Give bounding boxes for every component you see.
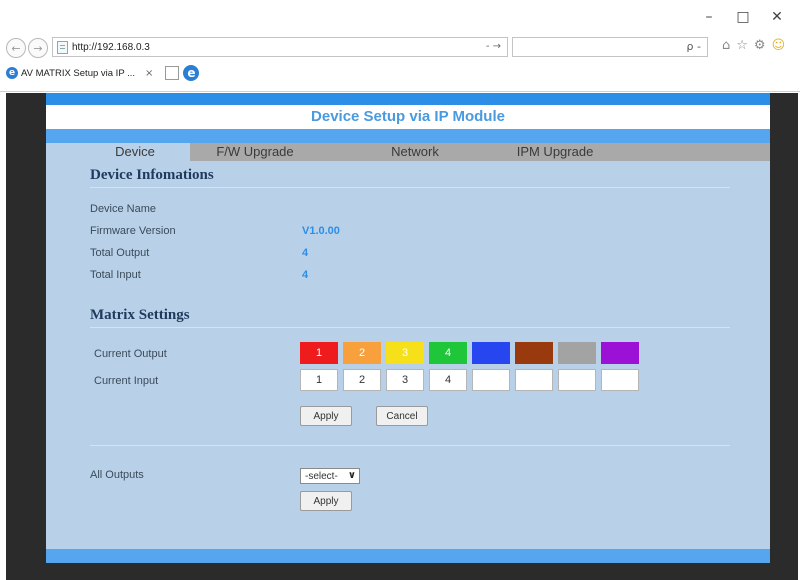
output-box[interactable]: 2: [343, 342, 381, 364]
maximize-button[interactable]: □: [726, 6, 760, 28]
output-box[interactable]: [558, 342, 596, 364]
address-url[interactable]: http://192.168.0.3: [72, 42, 150, 53]
total-input-value: 4: [302, 269, 309, 281]
input-box[interactable]: 2: [343, 369, 381, 391]
header-stripe: [46, 129, 770, 143]
forward-arrow-icon: →: [33, 41, 43, 55]
total-input-label: Total Input: [90, 269, 141, 281]
output-box[interactable]: [601, 342, 639, 364]
browser-tab-row: e AV MATRIX Setup via IP ... × e: [6, 64, 200, 82]
forward-button[interactable]: →: [28, 38, 48, 58]
page-icon: [57, 40, 68, 54]
nav-buttons: ← →: [6, 37, 50, 59]
chevron-down-icon: ∨: [347, 470, 356, 481]
close-window-button[interactable]: ✕: [760, 6, 794, 28]
new-tab-button[interactable]: [165, 66, 180, 80]
search-icon[interactable]: ρ -: [687, 40, 701, 53]
setup-panel: Device Setup via IP Module Device F/W Up…: [46, 93, 770, 563]
device-info-heading: Device Infomations: [90, 167, 214, 183]
tab-close-icon[interactable]: ×: [145, 68, 153, 79]
page-viewport: Device Setup via IP Module Device F/W Up…: [6, 93, 798, 580]
apply-button[interactable]: Apply: [300, 406, 352, 426]
top-stripe: [46, 93, 770, 105]
window-controls: – □ ✕: [692, 6, 794, 28]
divider: [90, 187, 730, 188]
home-icon[interactable]: ⌂: [722, 38, 730, 53]
bottom-stripe: [46, 549, 770, 563]
ie-icon: e: [6, 67, 18, 79]
output-box[interactable]: [515, 342, 553, 364]
firmware-version-label: Firmware Version: [90, 225, 176, 237]
input-boxes: 1 2 3 4: [300, 369, 639, 391]
select-value: -select-: [305, 470, 338, 482]
all-outputs-select[interactable]: -select- ∨: [300, 468, 360, 484]
input-box[interactable]: 3: [386, 369, 424, 391]
tab-fw-upgrade[interactable]: F/W Upgrade: [200, 143, 310, 161]
input-box[interactable]: [515, 369, 553, 391]
ie-logo-icon: e: [183, 65, 200, 81]
toolbar-icons: ⌂ ☆ ⚙ ☺: [722, 38, 785, 53]
output-boxes: 1 2 3 4: [300, 342, 639, 364]
browser-chrome: – □ ✕ ← → http://192.168.0.3 - → ρ - ⌂ ☆…: [0, 0, 800, 92]
tab-title: AV MATRIX Setup via IP ...: [21, 67, 136, 79]
input-box[interactable]: [558, 369, 596, 391]
firmware-version-value: V1.0.00: [302, 225, 340, 237]
tab-network[interactable]: Network: [360, 143, 470, 161]
cancel-button[interactable]: Cancel: [376, 406, 428, 426]
address-bar[interactable]: http://192.168.0.3 - →: [52, 37, 508, 57]
input-box[interactable]: [601, 369, 639, 391]
tab-device[interactable]: Device: [80, 143, 190, 161]
divider: [90, 327, 730, 328]
back-button[interactable]: ←: [6, 38, 26, 58]
minimize-button[interactable]: –: [692, 6, 726, 28]
browser-tab[interactable]: e AV MATRIX Setup via IP ... ×: [6, 64, 159, 82]
total-output-value: 4: [302, 247, 309, 259]
smiley-feedback-icon[interactable]: ☺: [772, 38, 786, 53]
input-box[interactable]: [472, 369, 510, 391]
all-outputs-label: All Outputs: [90, 469, 144, 481]
all-outputs-apply-button[interactable]: Apply: [300, 491, 352, 511]
current-input-label: Current Input: [94, 375, 159, 387]
favorites-star-icon[interactable]: ☆: [736, 38, 748, 53]
divider: [90, 445, 730, 446]
output-box[interactable]: 1: [300, 342, 338, 364]
output-box[interactable]: 3: [386, 342, 424, 364]
settings-gear-icon[interactable]: ⚙: [754, 38, 766, 53]
current-output-label: Current Output: [94, 348, 167, 360]
input-box[interactable]: 4: [429, 369, 467, 391]
tab-ipm-upgrade[interactable]: IPM Upgrade: [490, 143, 620, 161]
device-name-label: Device Name: [90, 203, 157, 215]
section-tabs: Device F/W Upgrade Network IPM Upgrade: [46, 143, 770, 161]
output-box[interactable]: [472, 342, 510, 364]
matrix-settings-heading: Matrix Settings: [90, 307, 190, 323]
output-box[interactable]: 4: [429, 342, 467, 364]
page-title: Device Setup via IP Module: [46, 105, 770, 129]
back-arrow-icon: ←: [11, 41, 21, 55]
input-box[interactable]: 1: [300, 369, 338, 391]
search-input[interactable]: ρ -: [512, 37, 708, 57]
total-output-label: Total Output: [90, 247, 150, 259]
address-go-icon[interactable]: - →: [486, 41, 501, 52]
